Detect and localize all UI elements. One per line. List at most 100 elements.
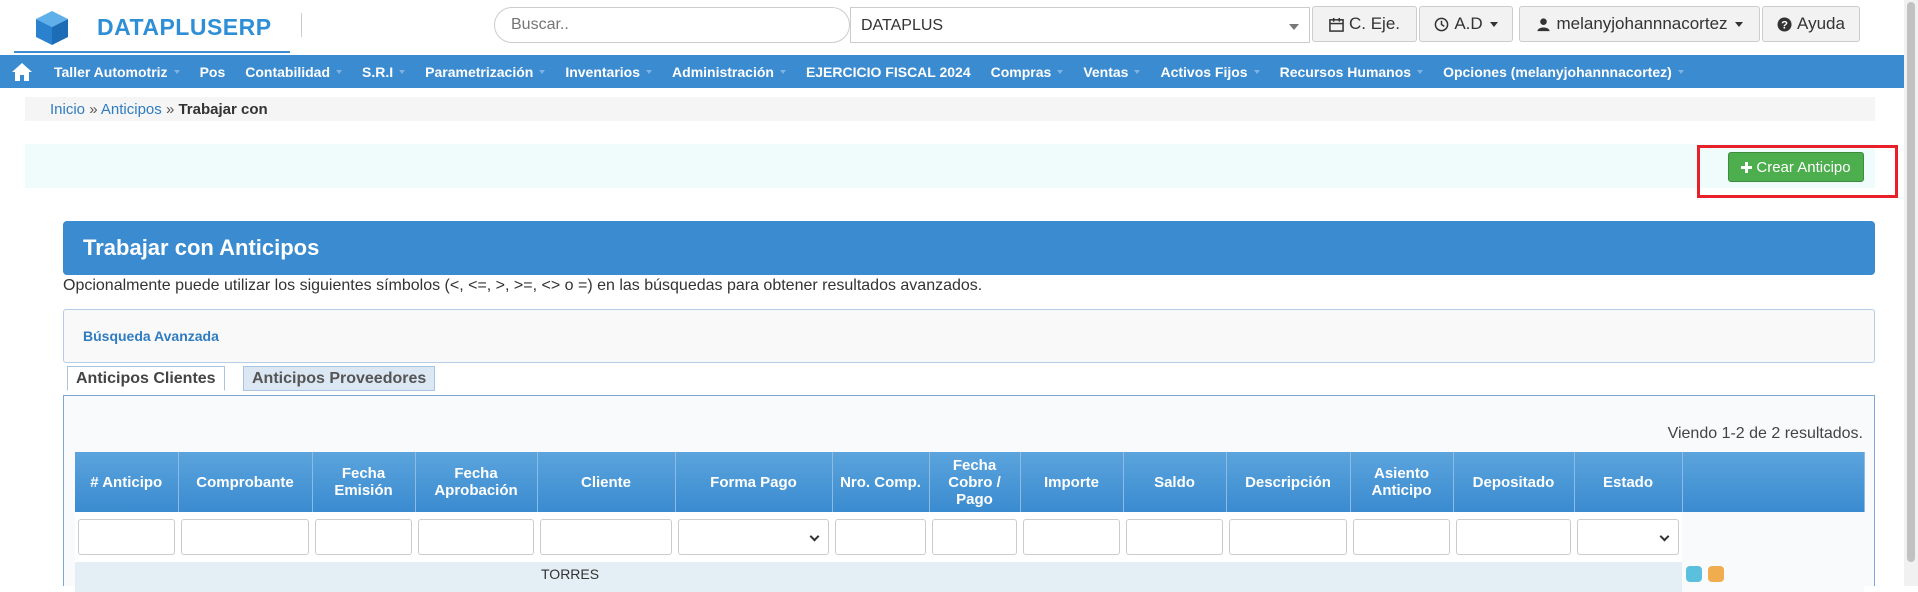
nav-item-inventarios[interactable]: Inventarios bbox=[555, 64, 662, 80]
column-header[interactable]: Fecha Cobro / Pago bbox=[929, 452, 1021, 512]
nav-item-taller-automotriz[interactable]: Taller Automotriz bbox=[44, 64, 190, 80]
filter-forma-pago-select[interactable] bbox=[678, 519, 829, 555]
help-button[interactable]: ? Ayuda bbox=[1762, 6, 1860, 42]
breadcrumb: Inicio » Anticipos » Trabajar con bbox=[50, 101, 268, 118]
user-menu-label: melanyjohannnacortez bbox=[1556, 14, 1728, 33]
brand-name[interactable]: DATAPLUSERP bbox=[97, 14, 272, 41]
nav-item-administraci-n[interactable]: Administración bbox=[662, 64, 796, 80]
filter-saldo-input[interactable] bbox=[1126, 519, 1223, 555]
search-input[interactable] bbox=[494, 7, 850, 43]
clock-icon bbox=[1434, 17, 1449, 31]
filter-estado-select[interactable] bbox=[1577, 519, 1679, 555]
nav-item-ventas[interactable]: Ventas bbox=[1073, 64, 1150, 80]
page-scrollbar[interactable] bbox=[1904, 0, 1918, 586]
fiscal-period-button[interactable]: C. Eje. bbox=[1312, 6, 1417, 42]
annotation-highlight-box bbox=[1697, 145, 1898, 198]
tab-anticipos-clientes[interactable]: Anticipos Clientes bbox=[67, 366, 225, 391]
nav-item-ejercicio-fiscal-2024[interactable]: EJERCICIO FISCAL 2024 bbox=[796, 64, 981, 80]
nav-item-label: Opciones (melanyjohannnacortez) bbox=[1443, 63, 1672, 80]
nav-item-label: Parametrización bbox=[425, 63, 534, 80]
nav-item-label: Ventas bbox=[1083, 63, 1129, 80]
svg-text:?: ? bbox=[1781, 19, 1788, 31]
top-header: DATAPLUSERP DATAPLUS C. Eje. A.D melanyj… bbox=[0, 0, 1918, 55]
caret-down-icon bbox=[646, 69, 653, 74]
breadcrumb-separator: » bbox=[165, 101, 175, 118]
breadcrumb-home-link[interactable]: Inicio bbox=[50, 101, 85, 118]
caret-down-icon bbox=[539, 69, 546, 74]
chevron-down-icon bbox=[809, 531, 820, 542]
cube-logo-icon bbox=[36, 11, 68, 45]
nav-item-label: EJERCICIO FISCAL 2024 bbox=[805, 63, 971, 80]
column-header[interactable]: Asiento Anticipo bbox=[1350, 452, 1454, 512]
caret-down-icon bbox=[1134, 69, 1141, 74]
nav-item-label: Compras bbox=[990, 63, 1052, 80]
edit-icon[interactable] bbox=[1707, 566, 1724, 582]
filter-importe-input[interactable] bbox=[1023, 519, 1120, 555]
column-header[interactable]: Cliente bbox=[537, 452, 676, 512]
chevron-down-icon bbox=[1289, 24, 1299, 30]
nav-item-activos-fijos[interactable]: Activos Fijos bbox=[1150, 64, 1269, 80]
nav-item-contabilidad[interactable]: Contabilidad bbox=[235, 64, 352, 80]
nav-item-pos[interactable]: Pos bbox=[190, 64, 236, 80]
nav-item-label: Contabilidad bbox=[245, 63, 331, 80]
advanced-search-toggle[interactable]: Búsqueda Avanzada bbox=[63, 309, 1875, 363]
nav-home[interactable] bbox=[0, 55, 44, 88]
results-summary: Viendo 1-2 de 2 resultados. bbox=[1667, 425, 1863, 442]
caret-down-icon bbox=[1489, 21, 1498, 27]
fiscal-period-label: C. Eje. bbox=[1348, 14, 1401, 33]
tab-anticipos-proveedores[interactable]: Anticipos Proveedores bbox=[243, 366, 436, 391]
company-select[interactable]: DATAPLUS bbox=[850, 7, 1310, 43]
filter-comprobante-input[interactable] bbox=[181, 519, 309, 555]
column-header[interactable]: Saldo bbox=[1123, 452, 1227, 512]
breadcrumb-current: Trabajar con bbox=[178, 101, 268, 118]
caret-down-icon bbox=[336, 69, 343, 74]
caret-down-icon bbox=[1417, 69, 1424, 74]
filter-fecha-emision-input[interactable] bbox=[315, 519, 412, 555]
nav-item-label: Activos Fijos bbox=[1160, 63, 1248, 80]
filter-nro-comp-input[interactable] bbox=[835, 519, 926, 555]
nav-item-s-r-i[interactable]: S.R.I bbox=[352, 64, 415, 80]
view-icon[interactable] bbox=[1686, 566, 1702, 582]
filter-depositado-input[interactable] bbox=[1456, 519, 1571, 555]
nav-item-label: Inventarios bbox=[565, 63, 641, 80]
filter-cliente-input[interactable] bbox=[540, 519, 672, 555]
column-header[interactable]: Forma Pago bbox=[675, 452, 833, 512]
scrollbar-thumb[interactable] bbox=[1907, 2, 1915, 562]
caret-down-icon bbox=[1057, 69, 1064, 74]
column-header[interactable]: Fecha Aprobación bbox=[415, 452, 538, 512]
ad-label: A.D bbox=[1454, 14, 1483, 33]
company-select-value: DATAPLUS bbox=[861, 17, 944, 34]
nav-item-label: Administración bbox=[672, 63, 774, 80]
brand-underline bbox=[14, 51, 290, 53]
column-header[interactable]: Nro. Comp. bbox=[832, 452, 930, 512]
column-header[interactable]: # Anticipo bbox=[75, 452, 179, 512]
column-header[interactable]: Fecha Emisión bbox=[312, 452, 416, 512]
column-header[interactable]: Estado bbox=[1574, 452, 1683, 512]
filter-asiento-input[interactable] bbox=[1353, 519, 1450, 555]
action-bar bbox=[25, 144, 1875, 188]
breadcrumb-anticipos-link[interactable]: Anticipos bbox=[101, 101, 162, 118]
nav-item-label: Recursos Humanos bbox=[1279, 63, 1412, 80]
search-hint-text: Opcionalmente puede utilizar los siguien… bbox=[63, 277, 983, 294]
column-header[interactable]: Comprobante bbox=[178, 452, 313, 512]
breadcrumb-bar bbox=[25, 97, 1875, 121]
header-divider bbox=[301, 13, 302, 37]
ad-dropdown-button[interactable]: A.D bbox=[1419, 6, 1513, 42]
page-title: Trabajar con Anticipos bbox=[63, 221, 1875, 275]
user-menu-button[interactable]: melanyjohannnacortez bbox=[1519, 6, 1760, 42]
filter-fecha-cobro-input[interactable] bbox=[932, 519, 1017, 555]
nav-item-parametrizaci-n[interactable]: Parametrización bbox=[415, 64, 555, 80]
nav-item-opciones-melanyjohannnacortez[interactable]: Opciones (melanyjohannnacortez) bbox=[1433, 64, 1694, 80]
column-header[interactable]: Importe bbox=[1020, 452, 1124, 512]
breadcrumb-separator: » bbox=[89, 101, 98, 118]
column-header[interactable]: Depositado bbox=[1453, 452, 1575, 512]
column-header[interactable]: Descripción bbox=[1226, 452, 1351, 512]
filter-fecha-aprobacion-input[interactable] bbox=[418, 519, 534, 555]
help-label: Ayuda bbox=[1797, 14, 1845, 33]
table-row[interactable]: TORRES bbox=[75, 562, 1864, 592]
filter-anticipo-input[interactable] bbox=[78, 519, 175, 555]
question-circle-icon: ? bbox=[1777, 16, 1792, 31]
filter-descripcion-input[interactable] bbox=[1229, 519, 1347, 555]
nav-item-recursos-humanos[interactable]: Recursos Humanos bbox=[1270, 64, 1433, 80]
nav-item-compras[interactable]: Compras bbox=[981, 64, 1074, 80]
